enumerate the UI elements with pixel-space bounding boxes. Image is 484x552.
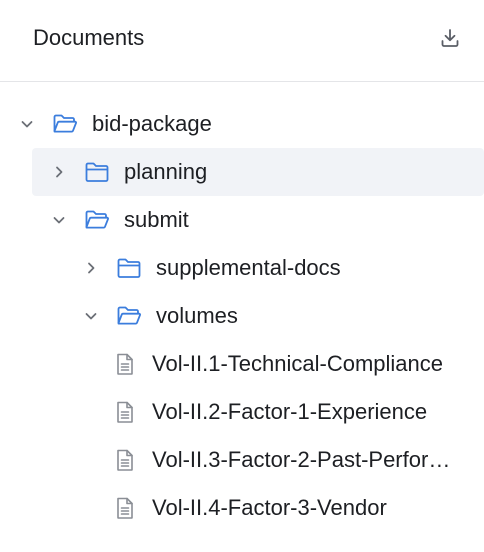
folder-open-icon <box>117 306 141 325</box>
tree-file[interactable]: Vol-II.4-Factor-3-Vendor <box>0 484 484 532</box>
tree-folder-volumes[interactable]: volumes <box>0 292 484 340</box>
tree-file[interactable]: Vol-II.2-Factor-1-Experience <box>0 388 484 436</box>
chevron-right-icon[interactable] <box>82 259 100 277</box>
tree-folder-submit[interactable]: submit <box>0 196 484 244</box>
tree-folder-label: volumes <box>156 303 238 328</box>
tree-folder-label: planning <box>124 159 208 184</box>
tree-file-label: Vol-II.3-Factor-2-Past-Performance <box>152 447 464 472</box>
tree-file-label: Vol-II.4-Factor-3-Vendor <box>152 495 387 520</box>
folder-icon <box>85 162 109 182</box>
tree-folder-bid-package[interactable]: bid-package <box>0 100 484 148</box>
tree-folder-supplemental-docs[interactable]: supplemental-docs <box>0 244 484 292</box>
file-text-icon <box>117 353 133 375</box>
tree-file-label: Vol-II.2-Factor-1-Experience <box>152 399 428 424</box>
panel-header: Documents <box>0 0 484 82</box>
folder-icon <box>117 258 141 278</box>
file-text-icon <box>117 401 133 423</box>
download-button[interactable] <box>436 24 464 52</box>
tree-file[interactable]: Vol-II.3-Factor-2-Past-Performance <box>0 436 484 484</box>
tree-folder-planning[interactable]: planning <box>0 148 484 196</box>
chevron-right-icon[interactable] <box>50 163 68 181</box>
tree-folder-label: bid-package <box>92 111 212 136</box>
tree-file[interactable]: Vol-II.1-Technical-Compliance <box>0 340 484 388</box>
folder-open-icon <box>53 114 77 133</box>
folder-open-icon <box>85 210 109 229</box>
chevron-down-icon[interactable] <box>50 211 68 229</box>
panel-title: Documents <box>33 25 145 50</box>
tree-folder-label: submit <box>124 207 189 232</box>
file-text-icon <box>117 449 133 471</box>
tree-folder-label: supplemental-docs <box>156 255 341 280</box>
chevron-down-icon[interactable] <box>82 307 100 325</box>
file-text-icon <box>117 497 133 519</box>
tree-file-label: Vol-II.1-Technical-Compliance <box>152 351 444 376</box>
chevron-down-icon[interactable] <box>18 115 36 133</box>
download-icon <box>441 29 459 47</box>
